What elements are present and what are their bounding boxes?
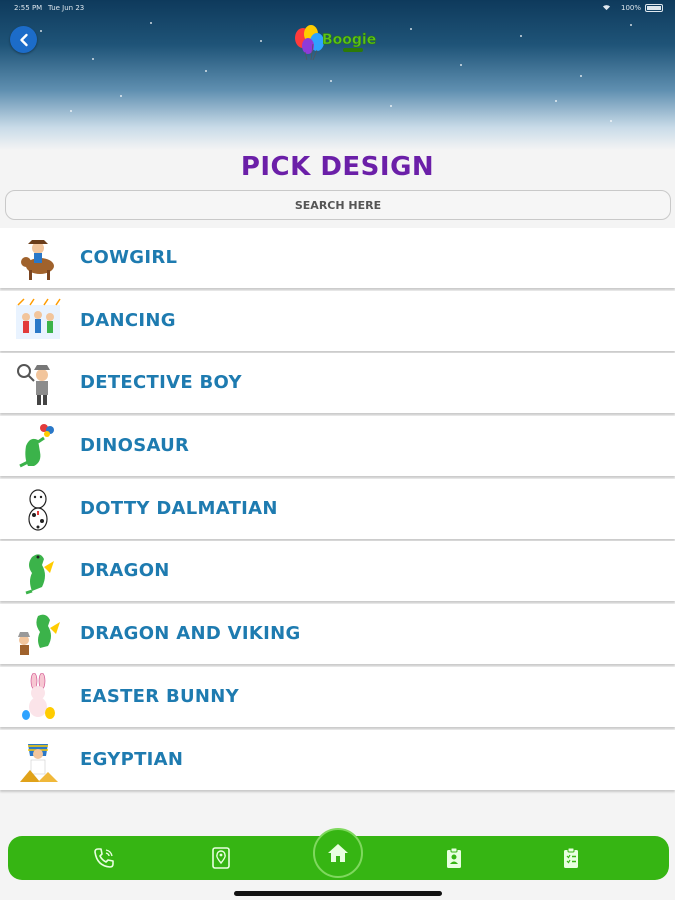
list-item-label: DANCING: [80, 309, 176, 331]
home-indicator[interactable]: [234, 891, 442, 896]
boogie-logo: Boogie: [295, 25, 376, 61]
balloons-logo-icon: [295, 25, 324, 61]
list-item-cowgirl[interactable]: COWGIRL: [0, 228, 675, 288]
list-item-label: EGYPTIAN: [80, 748, 184, 770]
list-item-dancing[interactable]: DANCING: [0, 290, 675, 351]
dinosaur-thumbnail-icon: [19, 424, 54, 468]
list-item-label: DRAGON AND VIKING: [80, 623, 301, 645]
list-item-dragon[interactable]: DRAGON: [0, 541, 675, 602]
battery-icon: [645, 4, 663, 12]
dragon-thumbnail-icon: [25, 554, 54, 595]
list-item-label: COWGIRL: [80, 247, 178, 268]
list-item-label: DINOSAUR: [80, 435, 190, 457]
wifi-icon: [602, 5, 611, 11]
home-button[interactable]: [313, 828, 363, 878]
list-item-label: DETECTIVE BOY: [80, 372, 242, 394]
page-title: PICK DESIGN: [240, 152, 435, 182]
dalmatian-thumbnail-icon: [28, 489, 48, 531]
dancing-thumbnail-icon: [16, 298, 61, 339]
search-input[interactable]: [5, 190, 671, 220]
phone-icon[interactable]: [92, 846, 116, 870]
list-item-label: DOTTY DALMATIAN: [80, 497, 278, 519]
list-item-dinosaur[interactable]: DINOSAUR: [0, 416, 675, 477]
list-item-easter-bunny[interactable]: EASTER BUNNY: [0, 666, 675, 727]
list-item-label: DRAGON: [80, 560, 170, 582]
status-bar: 2:55 PM Tue Jun 23 100%: [0, 0, 675, 16]
list-item-dotty-dalmatian[interactable]: DOTTY DALMATIAN: [0, 478, 675, 539]
home-icon: [328, 844, 348, 862]
list-item-egyptian[interactable]: EGYPTIAN: [0, 729, 675, 790]
dragon-viking-thumbnail-icon: [18, 614, 60, 656]
easter-bunny-thumbnail-icon: [22, 672, 55, 720]
back-button[interactable]: [10, 26, 37, 53]
egyptian-thumbnail-icon: [20, 743, 58, 782]
design-list: COWGIRL DANCING DETECTIVE BOY DINOSAUR D…: [0, 228, 675, 792]
list-item-label: EASTER BUNNY: [80, 685, 239, 707]
logo-text: Boogie: [322, 32, 376, 48]
status-time: 2:55 PM: [14, 4, 43, 12]
location-icon[interactable]: [209, 846, 233, 870]
chevron-left-icon: [19, 33, 28, 46]
checklist-icon[interactable]: [559, 846, 583, 870]
status-date: Tue Jun 23: [48, 4, 85, 12]
battery-percent: 100%: [620, 4, 641, 12]
list-item-detective-boy[interactable]: DETECTIVE BOY: [0, 353, 675, 414]
badge-icon[interactable]: [442, 846, 466, 870]
cowgirl-thumbnail-icon: [21, 240, 54, 280]
detective-boy-thumbnail-icon: [17, 364, 50, 406]
list-item-dragon-and-viking[interactable]: DRAGON AND VIKING: [0, 604, 675, 665]
